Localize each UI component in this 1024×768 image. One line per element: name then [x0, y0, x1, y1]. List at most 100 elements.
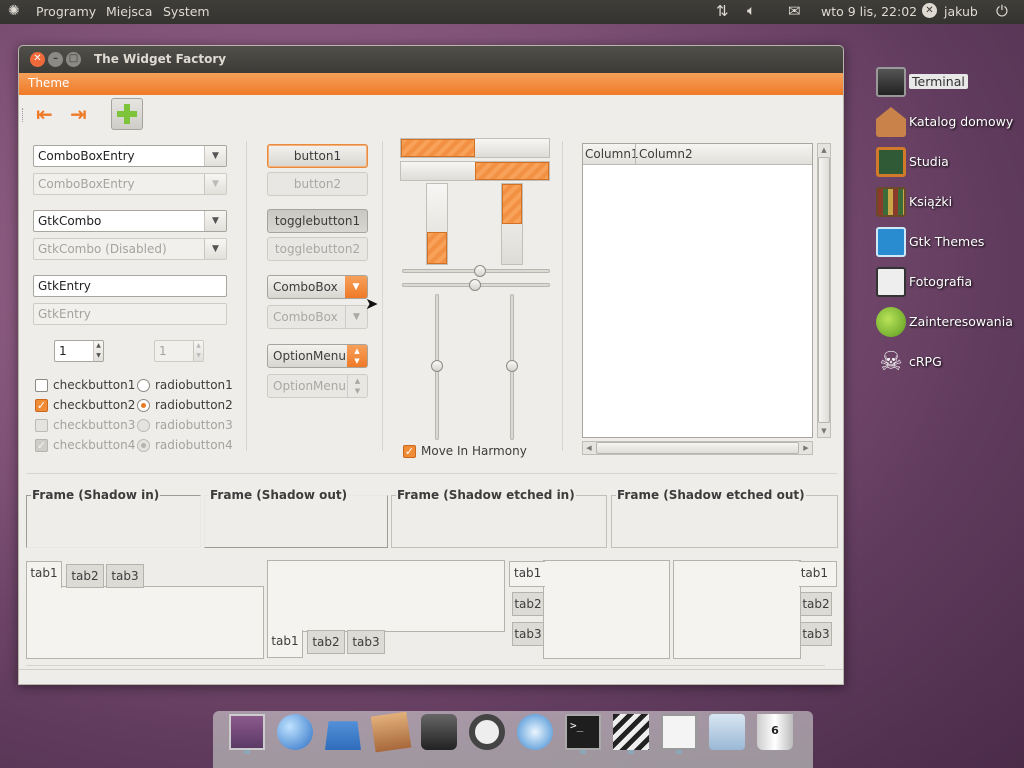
scroll-right-icon[interactable]: ▶	[800, 442, 812, 454]
dropdown-arrow-icon[interactable]: ▼	[204, 146, 226, 166]
radiobutton3-label: radiobutton3	[155, 418, 233, 432]
notebook-left-tab3[interactable]: tab3	[512, 622, 544, 646]
bookshelf-icon	[876, 187, 906, 217]
dock-headphones-icon[interactable]	[469, 714, 505, 750]
tree-vscrollbar[interactable]: ▲ ▼	[817, 143, 831, 438]
button2: button2	[267, 172, 368, 196]
togglebutton1[interactable]: togglebutton1	[267, 209, 368, 233]
dock-trash-icon[interactable]: 6	[757, 714, 793, 750]
hprogress-2-fill	[475, 162, 549, 180]
column1-header[interactable]: Column1	[585, 147, 639, 161]
notebook-top-tab1[interactable]: tab1	[26, 561, 62, 588]
tree-hscrollbar[interactable]: ◀ ▶	[582, 441, 813, 455]
apple-icon	[876, 307, 906, 337]
menu-theme[interactable]: Theme	[28, 76, 69, 90]
dock-running-indicator	[676, 750, 682, 754]
radiobutton2-label: radiobutton2	[155, 398, 233, 412]
clock[interactable]: wto 9 lis, 22:02	[821, 4, 917, 19]
vscroll-thumb[interactable]	[818, 157, 830, 423]
power-icon[interactable]: ⏻	[996, 2, 1008, 20]
maximize-button[interactable]: □	[66, 52, 81, 67]
dock-browser-icon[interactable]	[277, 714, 313, 750]
vprogress-1	[426, 183, 448, 265]
button1[interactable]: button1	[267, 144, 368, 168]
column2-header[interactable]: Column2	[639, 147, 693, 161]
dropdown-arrow-icon[interactable]: ▼	[345, 276, 367, 298]
close-button[interactable]: ✕	[30, 52, 45, 67]
dock-window-icon[interactable]	[661, 714, 697, 750]
notebook-right-tab2[interactable]: tab2	[800, 592, 832, 616]
notebook-bottom-tab3[interactable]: tab3	[347, 630, 385, 654]
scroll-down-icon[interactable]: ▼	[818, 425, 830, 437]
combobox[interactable]: ComboBox ▼	[267, 275, 368, 299]
menu-system[interactable]: System	[163, 4, 210, 19]
chalkboard-icon	[876, 147, 906, 177]
dock-presentation-icon[interactable]	[229, 714, 265, 750]
dropdown-arrow-icon[interactable]: ▼	[204, 211, 226, 231]
frame-shadow-etched-in: Frame (Shadow etched in)	[391, 488, 607, 548]
dock-running-indicator	[628, 750, 634, 754]
gtkentry[interactable]: GtkEntry	[33, 275, 227, 297]
dock-camera-icon[interactable]	[421, 714, 457, 750]
goto-first-icon[interactable]: ⇤	[36, 102, 53, 126]
trash-count: 6	[771, 724, 779, 737]
network-icon[interactable]: ⇅	[716, 2, 729, 20]
separator	[382, 141, 383, 451]
separator	[562, 141, 563, 451]
checkbutton4-label: checkbutton4	[53, 438, 136, 452]
radiobutton4	[137, 439, 150, 452]
updown-arrow-icon[interactable]: ▲ ▼	[347, 345, 367, 367]
scroll-up-icon[interactable]: ▲	[818, 144, 830, 156]
ubuntu-logo-icon[interactable]: ✺	[8, 3, 20, 19]
comboboxentry[interactable]: ComboBoxEntry ▼	[33, 145, 227, 167]
optionmenu[interactable]: OptionMenu ▲ ▼	[267, 344, 368, 368]
dock-running-indicator	[580, 750, 586, 754]
move-in-harmony-check[interactable]: ✓	[403, 445, 416, 458]
scroll-left-icon[interactable]: ◀	[583, 442, 595, 454]
dock-clapperboard-icon[interactable]	[613, 714, 649, 750]
menu-places[interactable]: Miejsca	[106, 4, 152, 19]
spinbutton[interactable]: 1 ▲ ▼	[54, 340, 104, 362]
checkbutton1[interactable]	[35, 379, 48, 392]
radiobutton1[interactable]	[137, 379, 150, 392]
hprogress-2	[400, 161, 550, 181]
vscale-1-slider[interactable]	[431, 360, 443, 372]
hscale-2-slider[interactable]	[469, 279, 481, 291]
user-status-icon[interactable]: ✕	[922, 3, 937, 18]
volume-icon[interactable]: 🔈︎	[747, 3, 755, 19]
add-button[interactable]	[111, 98, 143, 130]
notebook-left-tab1[interactable]: tab1	[509, 561, 545, 587]
hscroll-thumb[interactable]	[596, 442, 799, 454]
user-name[interactable]: jakub	[944, 4, 978, 19]
toolbar-grip[interactable]	[22, 108, 25, 122]
notebook-right-tab1[interactable]: tab1	[799, 561, 837, 587]
vscale-2-slider[interactable]	[506, 360, 518, 372]
checkbutton2[interactable]: ✓	[35, 399, 48, 412]
mail-icon[interactable]: ✉	[788, 2, 801, 20]
window-titlebar[interactable]: ✕ – □ The Widget Factory	[19, 46, 843, 73]
gtkcombo-disabled: GtkCombo (Disabled) ▼	[33, 238, 227, 260]
dropdown-arrow-icon: ▼	[204, 239, 226, 259]
home-folder-icon	[876, 107, 906, 137]
radiobutton1-label: radiobutton1	[155, 378, 233, 392]
notebook-right-tab3[interactable]: tab3	[800, 622, 832, 646]
dock-terminal-icon[interactable]: >_	[565, 714, 601, 750]
menubar: Theme	[19, 73, 843, 95]
gtkcombo[interactable]: GtkCombo ▼	[33, 210, 227, 232]
menu-programs[interactable]: Programy	[36, 4, 96, 19]
notebook-top-tab2[interactable]: tab2	[66, 564, 104, 588]
notebook-bottom-tab2[interactable]: tab2	[307, 630, 345, 654]
spin-arrows-icon[interactable]: ▲ ▼	[93, 341, 103, 361]
goto-last-icon[interactable]: ⇥	[70, 102, 87, 126]
notebook-bottom-tab1[interactable]: tab1	[267, 630, 303, 658]
tree-view[interactable]: Column1 Column2	[582, 143, 813, 438]
notebook-left-tab2[interactable]: tab2	[512, 592, 544, 616]
notebook-top-tab3[interactable]: tab3	[106, 564, 144, 588]
dock-network-icon[interactable]	[709, 714, 745, 750]
minimize-button[interactable]: –	[48, 52, 63, 67]
statusbar	[19, 669, 843, 684]
radiobutton2[interactable]	[137, 399, 150, 412]
hscale-1-slider[interactable]	[474, 265, 486, 277]
dock-photos-icon[interactable]	[370, 711, 412, 753]
dock-safari-icon[interactable]	[517, 714, 553, 750]
